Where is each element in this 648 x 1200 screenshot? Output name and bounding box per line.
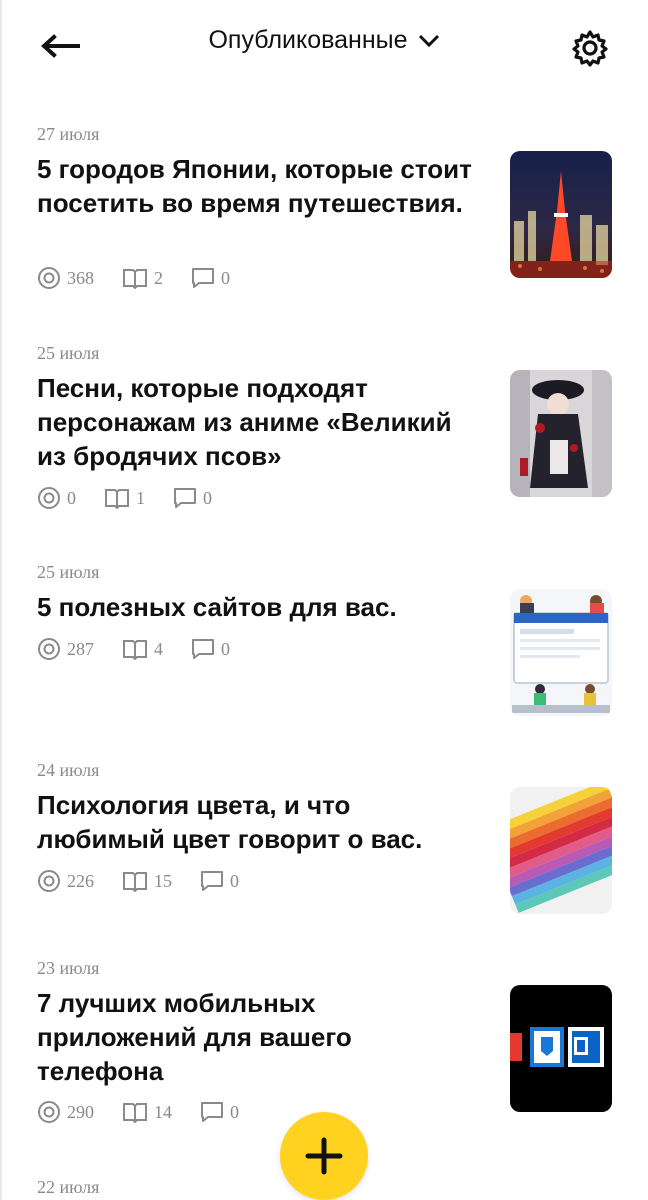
comments-stat: 0 bbox=[173, 487, 212, 509]
color-swatches-image bbox=[510, 787, 612, 914]
app-icons-image bbox=[510, 985, 612, 1112]
comments-count: 0 bbox=[221, 638, 230, 659]
article-thumbnail[interactable] bbox=[510, 985, 612, 1112]
article-thumbnail[interactable] bbox=[510, 370, 612, 497]
comments-stat: 0 bbox=[200, 870, 239, 892]
comment-icon bbox=[192, 268, 214, 288]
eye-icon bbox=[38, 1101, 60, 1123]
comments-stat: 0 bbox=[200, 1101, 239, 1123]
comments-stat: 0 bbox=[191, 267, 230, 289]
views-count: 0 bbox=[67, 487, 76, 508]
views-stat: 287 bbox=[37, 637, 94, 661]
article-date: 23 июля bbox=[37, 958, 100, 978]
article-thumbnail[interactable] bbox=[510, 787, 612, 914]
reads-stat: 2 bbox=[122, 267, 163, 289]
comments-count: 0 bbox=[230, 1101, 239, 1122]
reads-stat: 15 bbox=[122, 870, 172, 892]
article-title[interactable]: 5 городов Японии, которые стоит посетить… bbox=[37, 152, 477, 220]
article-date: 27 июля bbox=[37, 124, 100, 144]
reads-count: 2 bbox=[154, 267, 163, 288]
views-count: 287 bbox=[67, 638, 94, 659]
views-stat: 368 bbox=[37, 266, 94, 290]
article-stats: 290 14 0 bbox=[37, 1100, 267, 1124]
views-count: 290 bbox=[67, 1101, 94, 1122]
article-date: 25 июля bbox=[37, 562, 100, 582]
plus-icon bbox=[305, 1137, 343, 1175]
reads-count: 15 bbox=[154, 870, 172, 891]
article-list: 27 июля 5 городов Японии, которые стоит … bbox=[0, 0, 648, 1200]
comments-stat: 0 bbox=[191, 638, 230, 660]
book-icon bbox=[105, 489, 129, 509]
views-count: 226 bbox=[67, 870, 94, 891]
reads-count: 4 bbox=[154, 638, 163, 659]
reads-stat: 4 bbox=[122, 638, 163, 660]
book-icon bbox=[123, 640, 147, 660]
website-illustration-image bbox=[510, 589, 612, 716]
article-stats: 0 1 0 bbox=[37, 486, 240, 510]
views-stat: 0 bbox=[37, 486, 76, 510]
comment-icon bbox=[201, 871, 223, 891]
eye-icon bbox=[38, 870, 60, 892]
eye-icon bbox=[38, 638, 60, 660]
comments-count: 0 bbox=[221, 267, 230, 288]
article-date: 24 июля bbox=[37, 760, 100, 780]
article-thumbnail[interactable] bbox=[510, 151, 612, 278]
anime-character-image bbox=[510, 370, 612, 497]
comment-icon bbox=[201, 1102, 223, 1122]
eye-icon bbox=[38, 267, 60, 289]
article-title[interactable]: 7 лучших мобильных приложений для вашего… bbox=[37, 986, 477, 1088]
article-title[interactable]: Песни, которые подходят персонажам из ан… bbox=[37, 371, 477, 473]
add-article-button[interactable] bbox=[280, 1112, 368, 1200]
tokyo-tower-image bbox=[510, 151, 612, 278]
reads-count: 1 bbox=[136, 487, 145, 508]
article-date: 22 июля bbox=[37, 1177, 100, 1197]
comments-count: 0 bbox=[203, 487, 212, 508]
article-stats: 368 2 0 bbox=[37, 266, 258, 290]
views-count: 368 bbox=[67, 267, 94, 288]
reads-count: 14 bbox=[154, 1101, 172, 1122]
book-icon bbox=[123, 269, 147, 289]
views-stat: 290 bbox=[37, 1100, 94, 1124]
book-icon bbox=[123, 1103, 147, 1123]
book-icon bbox=[123, 872, 147, 892]
views-stat: 226 bbox=[37, 869, 94, 893]
article-stats: 287 4 0 bbox=[37, 637, 258, 661]
comment-icon bbox=[174, 488, 196, 508]
reads-stat: 14 bbox=[122, 1101, 172, 1123]
article-stats: 226 15 0 bbox=[37, 869, 267, 893]
article-thumbnail[interactable] bbox=[510, 589, 612, 716]
eye-icon bbox=[38, 487, 60, 509]
article-title[interactable]: Психология цвета, и что любимый цвет гов… bbox=[37, 788, 477, 856]
comments-count: 0 bbox=[230, 870, 239, 891]
article-date: 25 июля bbox=[37, 343, 100, 363]
article-title[interactable]: 5 полезных сайтов для вас. bbox=[37, 590, 477, 624]
comment-icon bbox=[192, 639, 214, 659]
reads-stat: 1 bbox=[104, 487, 145, 509]
